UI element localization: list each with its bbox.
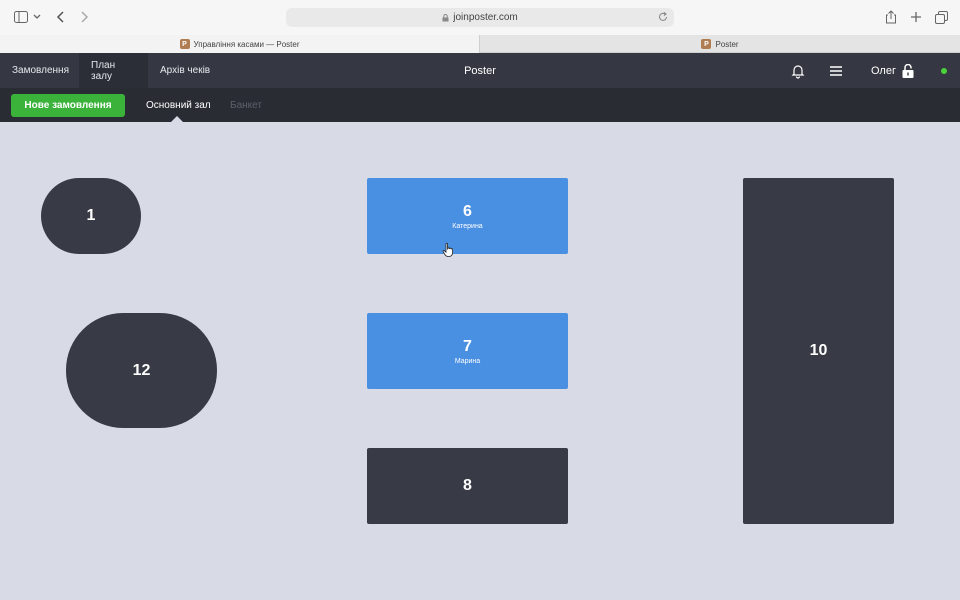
tab-receipts-archive-label: Архів чеків bbox=[160, 65, 211, 76]
table-number: 6 bbox=[463, 202, 472, 220]
table-6[interactable]: 6 Катерина bbox=[367, 178, 568, 254]
tab-floor-plan-label: План залу bbox=[91, 59, 116, 82]
app-title: Poster bbox=[464, 64, 496, 77]
bell-icon[interactable] bbox=[790, 63, 806, 79]
new-order-button[interactable]: Нове замовлення bbox=[11, 94, 125, 117]
tab-title: Poster bbox=[715, 39, 739, 49]
lock-icon bbox=[442, 13, 449, 21]
tab-orders-label: Замовлення bbox=[12, 65, 69, 76]
hall-toolbar: Нове замовлення Основний зал Банкет bbox=[0, 88, 960, 122]
poster-favicon-icon: P bbox=[179, 39, 190, 49]
table-waiter: Марина bbox=[454, 357, 481, 365]
table-number: 10 bbox=[809, 342, 828, 359]
tab-floor-plan[interactable]: План залу bbox=[79, 53, 148, 88]
table-number: 7 bbox=[463, 337, 472, 355]
browser-tabs: P Управління касами — Poster P Poster bbox=[0, 35, 960, 53]
table-12[interactable]: 12 bbox=[66, 313, 217, 428]
hall-tab-banquet[interactable]: Банкет bbox=[230, 88, 262, 122]
user-name: Олег bbox=[871, 64, 896, 77]
browser-toolbar: joinposter.com bbox=[0, 0, 960, 35]
table-8[interactable]: 8 bbox=[367, 448, 568, 524]
share-icon[interactable] bbox=[882, 9, 900, 25]
browser-tab-management[interactable]: P Управління касами — Poster bbox=[0, 35, 480, 53]
table-number: 1 bbox=[86, 207, 96, 224]
unlock-icon bbox=[902, 63, 914, 78]
back-icon[interactable] bbox=[52, 9, 70, 25]
app-header: Замовлення План залу Архів чеків Poster … bbox=[0, 53, 960, 88]
sidebar-toggle-icon[interactable] bbox=[12, 9, 30, 25]
online-status-indicator bbox=[941, 68, 947, 74]
url-text: joinposter.com bbox=[453, 12, 518, 23]
chevron-down-icon[interactable] bbox=[31, 9, 43, 25]
address-bar[interactable]: joinposter.com bbox=[286, 8, 674, 27]
forward-icon[interactable] bbox=[75, 9, 93, 25]
table-number: 8 bbox=[463, 477, 472, 494]
user-menu[interactable]: Олег bbox=[871, 53, 914, 88]
new-tab-icon[interactable] bbox=[907, 9, 925, 25]
reload-icon[interactable] bbox=[657, 11, 669, 23]
table-number: 12 bbox=[132, 361, 151, 379]
tab-overview-icon[interactable] bbox=[932, 9, 950, 25]
tab-receipts-archive[interactable]: Архів чеків bbox=[148, 53, 224, 88]
browser-tab-poster[interactable]: P Poster bbox=[480, 35, 960, 53]
table-1[interactable]: 1 bbox=[41, 178, 141, 254]
tab-orders[interactable]: Замовлення bbox=[0, 53, 79, 88]
tab-title: Управління касами — Poster bbox=[193, 39, 300, 49]
table-10[interactable]: 10 bbox=[743, 178, 894, 524]
menu-icon[interactable] bbox=[828, 63, 844, 79]
active-hall-caret bbox=[171, 116, 183, 122]
hand-cursor-icon bbox=[442, 243, 453, 257]
table-waiter: Катерина bbox=[452, 222, 483, 230]
table-7[interactable]: 7 Марина bbox=[367, 313, 568, 389]
poster-favicon-icon: P bbox=[701, 39, 712, 49]
